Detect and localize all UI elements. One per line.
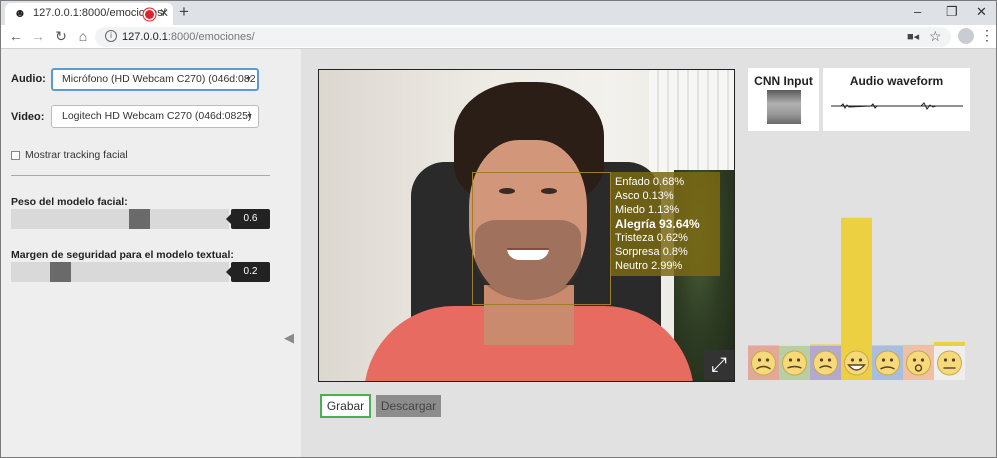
profile-avatar-icon[interactable] (958, 28, 974, 44)
emotion-line: Neutro 2.99% (615, 260, 683, 272)
video-select-value: Logitech HD Webcam C270 (046d:0825) (62, 110, 252, 122)
bar-sorpresa (903, 344, 934, 346)
angry-emoji-icon (748, 346, 779, 380)
reload-icon[interactable]: ↻ (52, 27, 70, 45)
smiley-favicon-icon: ☻ (13, 6, 27, 20)
cnn-face-thumbnail (767, 90, 801, 124)
emotion-chart-svg (748, 217, 965, 380)
face-weight-value: 0.6 (226, 209, 270, 229)
home-icon[interactable]: ⌂ (74, 27, 92, 45)
fear-emoji-icon (810, 346, 841, 380)
neutral-emoji-icon (934, 346, 965, 380)
forward-arrow-icon[interactable]: → (29, 27, 47, 45)
audio-waveform (831, 102, 963, 110)
emotion-line: Enfado 0.68% (615, 176, 685, 188)
text-margin-label: Margen de seguridad para el modelo textu… (11, 249, 234, 261)
audio-select[interactable]: Micrófono (HD Webcam C270) (046d:082 ▼ (51, 68, 259, 91)
divider (11, 175, 270, 176)
cnn-input-card: CNN Input (748, 68, 819, 131)
text-margin-value: 0.2 (226, 262, 270, 282)
tab-strip: ☻ 127.0.0.1:8000/emociones/ ✕ + – ❐ ✕ (1, 1, 996, 25)
fullscreen-icon[interactable]: ⤢ (704, 350, 734, 380)
video-select[interactable]: Logitech HD Webcam C270 (046d:0825) ▼ (51, 105, 259, 128)
text-margin-slider[interactable] (11, 262, 229, 282)
collapse-sidebar-icon[interactable]: ◀ (284, 330, 294, 346)
camera-icon[interactable]: ■◂ (907, 30, 919, 43)
new-tab-button[interactable]: + (179, 2, 189, 22)
slider-thumb[interactable] (50, 262, 72, 282)
back-arrow-icon[interactable]: ← (7, 27, 25, 45)
audio-label: Audio: (11, 73, 46, 85)
cnn-input-title: CNN Input (754, 74, 813, 88)
minimize-icon[interactable]: – (914, 3, 921, 21)
browser-tab[interactable]: ☻ 127.0.0.1:8000/emociones/ ✕ (5, 3, 173, 25)
browser-toolbar: ← → ↻ ⌂ i 127.0.0.1:8000/emociones/ ■◂ ☆… (1, 25, 996, 49)
face-weight-label: Peso del modelo facial: (11, 196, 128, 208)
bar-tristeza (872, 345, 903, 346)
emotion-line: Miedo 1.13% (615, 204, 680, 216)
slider-thumb[interactable] (129, 209, 151, 229)
url-text: 127.0.0.1:8000/emociones/ (122, 31, 255, 43)
settings-sidebar: Audio: Micrófono (HD Webcam C270) (046d:… (1, 49, 301, 457)
bar-neutro (934, 341, 965, 346)
face-weight-slider[interactable] (11, 209, 229, 229)
tracking-label[interactable]: Mostrar tracking facial (25, 149, 128, 161)
address-bar[interactable]: i 127.0.0.1:8000/emociones/ ■◂ ☆ (95, 27, 951, 47)
emotion-bar-chart (748, 209, 967, 380)
disgust-emoji-icon (779, 346, 810, 380)
chevron-down-icon: ▼ (246, 113, 253, 120)
webcam-video: Enfado 0.68% Asco 0.13% Miedo 1.13% Aleg… (318, 69, 735, 382)
tab-close-icon[interactable]: ✕ (159, 6, 169, 20)
download-button[interactable]: Descargar (376, 395, 441, 417)
face-detection-box (472, 172, 611, 305)
tracking-checkbox[interactable] (11, 151, 20, 160)
bar-enfado (748, 345, 779, 346)
main-panel: Enfado 0.68% Asco 0.13% Miedo 1.13% Aleg… (301, 49, 996, 457)
happy-emoji-icon (841, 346, 872, 380)
record-button[interactable]: Grabar (320, 394, 371, 418)
bar-miedo (810, 344, 841, 346)
sad-emoji-icon (872, 346, 903, 380)
emotion-line: Sorpresa 0.8% (615, 246, 688, 258)
emotion-line-top: Alegría 93.64% (615, 217, 700, 231)
chevron-down-icon: ▼ (245, 76, 252, 83)
audio-waveform-title: Audio waveform (849, 74, 944, 88)
recording-indicator-icon (145, 10, 154, 19)
info-icon[interactable]: i (105, 30, 117, 42)
emotion-overlay: Enfado 0.68% Asco 0.13% Miedo 1.13% Aleg… (611, 172, 720, 276)
menu-dots-icon[interactable]: ⋮ (980, 27, 994, 44)
bookmark-star-icon[interactable]: ☆ (929, 28, 942, 45)
restore-icon[interactable]: ❐ (946, 3, 958, 21)
video-label: Video: (11, 111, 45, 123)
audio-waveform-card: Audio waveform (823, 68, 970, 131)
emotion-line: Tristeza 0.62% (615, 232, 688, 244)
close-icon[interactable]: ✕ (976, 3, 987, 21)
emotion-line: Asco 0.13% (615, 190, 674, 202)
bar-alegría (841, 217, 872, 346)
audio-select-value: Micrófono (HD Webcam C270) (046d:082 (62, 73, 256, 85)
surprise-emoji-icon (903, 346, 934, 380)
